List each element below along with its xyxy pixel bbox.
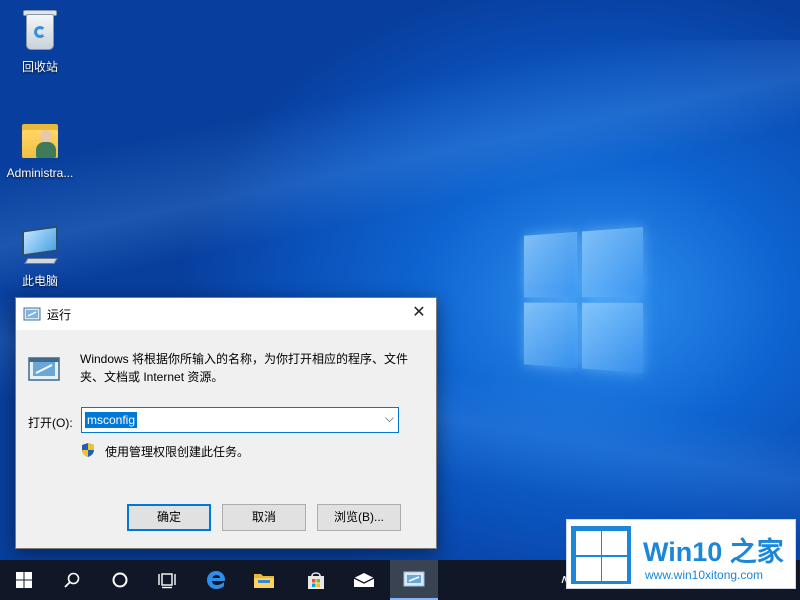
run-icon	[403, 571, 425, 587]
desktop-icon-recycle-bin[interactable]: 回收站	[0, 8, 80, 75]
cortana-button[interactable]	[96, 560, 144, 600]
store-button[interactable]	[292, 560, 340, 600]
run-taskbar-button[interactable]	[390, 560, 438, 600]
this-pc-icon	[16, 222, 64, 268]
edge-browser-icon	[207, 571, 226, 589]
dialog-description: Windows 将根据你所输入的名称，为你打开相应的程序、文件夹、文档或 Int…	[80, 352, 409, 384]
chevron-down-icon[interactable]: ⌵	[385, 411, 394, 426]
uac-shield-icon	[82, 443, 94, 457]
open-input-value[interactable]: msconfig	[85, 412, 138, 428]
watermark-url: www.win10xitong.com	[645, 568, 764, 582]
store-bag-icon	[308, 572, 324, 589]
desktop-icon-label: 回收站	[21, 60, 58, 74]
open-label: 打开(O):	[28, 416, 73, 430]
dialog-body: Windows 将根据你所输入的名称，为你打开相应的程序、文件夹、文档或 Int…	[16, 330, 436, 484]
ok-button[interactable]: 确定	[127, 504, 211, 531]
run-program-icon	[28, 357, 60, 381]
desktop-icon-administrator[interactable]: Administra...	[0, 116, 80, 180]
wallpaper-light-beam	[0, 40, 800, 300]
search-icon	[64, 572, 80, 588]
desktop-icon-label: 此电脑	[21, 274, 58, 288]
cortana-circle-icon	[112, 572, 128, 588]
windows-logo-icon	[571, 526, 631, 584]
user-folder-icon	[16, 116, 64, 162]
run-icon	[23, 307, 41, 321]
desktop-icon-label: Administra...	[6, 166, 74, 180]
open-combobox[interactable]: msconfig ⌵	[81, 407, 399, 433]
admin-note: 使用管理权限创建此任务。	[105, 445, 250, 459]
close-button[interactable]: ✕	[402, 298, 436, 330]
mail-icon	[353, 573, 375, 587]
mail-button[interactable]	[340, 560, 388, 600]
dialog-title-bar[interactable]: 运行 ✕	[16, 298, 436, 330]
desktop-icon-this-pc[interactable]: 此电脑	[0, 222, 80, 289]
run-dialog: 运行 ✕ Windows 将根据你所输入的名称，为你打开相应的程序、文件夹、文档…	[15, 297, 437, 549]
cancel-button[interactable]: 取消	[222, 504, 306, 531]
start-button[interactable]	[0, 560, 48, 600]
browse-button[interactable]: 浏览(B)...	[317, 504, 401, 531]
folder-icon	[254, 574, 274, 588]
site-watermark: Win10 之家 www.win10xitong.com	[566, 519, 796, 589]
dialog-footer: 确定 取消 浏览(B)...	[16, 484, 436, 548]
search-button[interactable]	[48, 560, 96, 600]
dialog-title: 运行	[47, 308, 72, 322]
task-view-button[interactable]	[144, 560, 192, 600]
edge-button[interactable]	[192, 560, 240, 600]
recycle-bin-icon	[16, 8, 64, 54]
windows-start-icon	[16, 572, 32, 588]
watermark-brand: Win10 之家	[643, 537, 784, 567]
task-view-icon	[158, 573, 176, 589]
file-explorer-button[interactable]	[240, 560, 288, 600]
wallpaper-windows-logo	[523, 227, 643, 373]
